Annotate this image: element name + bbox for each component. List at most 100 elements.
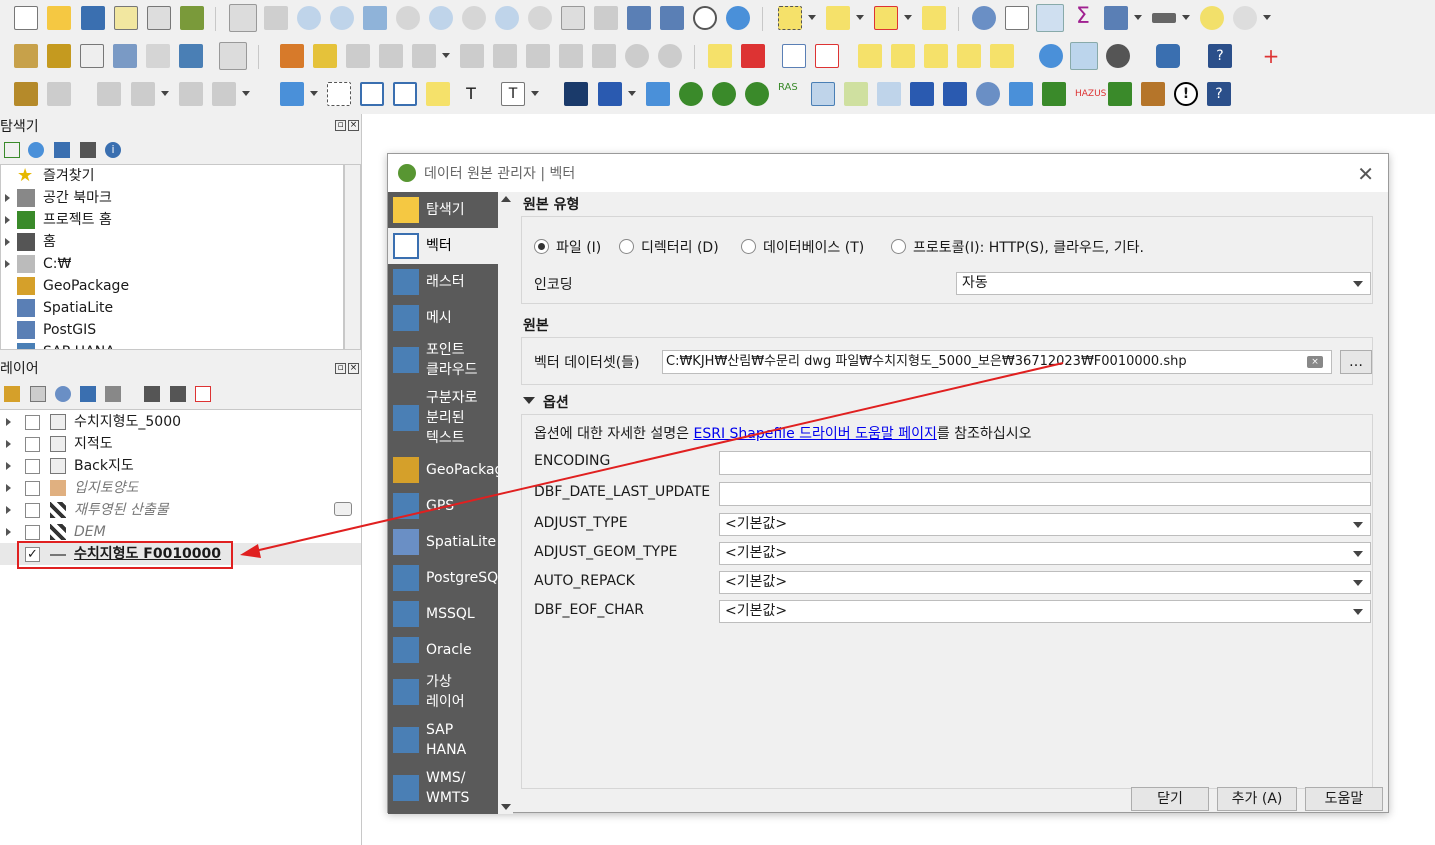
browser-item[interactable]: 홈	[1, 231, 343, 253]
sidebar-item[interactable]: Oracle	[388, 632, 498, 668]
select-annotation-icon[interactable]	[327, 82, 351, 106]
new-bookmark-icon[interactable]	[627, 6, 651, 30]
diagram-icon[interactable]	[741, 44, 765, 68]
help-icon[interactable]: ?	[1208, 44, 1232, 68]
layer-row[interactable]: 지적도	[0, 433, 361, 455]
split-features-icon[interactable]	[179, 82, 203, 106]
web-map-icon[interactable]	[1039, 44, 1063, 68]
highlight-pinned-labels-icon[interactable]	[815, 44, 839, 68]
sidebar-item[interactable]: 메시	[388, 300, 498, 336]
cut-features-icon[interactable]	[526, 44, 550, 68]
remove-layer-icon[interactable]	[195, 386, 211, 402]
modify-attributes-icon[interactable]	[460, 44, 484, 68]
python-console-icon[interactable]	[1156, 44, 1180, 68]
save-edits-icon[interactable]	[346, 44, 370, 68]
layer-visibility-checkbox[interactable]	[25, 525, 40, 540]
pan-map-icon[interactable]	[229, 4, 257, 32]
statistics-summary-icon[interactable]: Σ	[1071, 6, 1095, 30]
filter-legend-icon[interactable]	[80, 386, 96, 402]
text-item-icon[interactable]: T	[459, 82, 483, 106]
processing-toolbox-icon[interactable]	[1036, 4, 1064, 32]
flo2d-icon[interactable]	[564, 82, 588, 106]
grid-table-icon[interactable]	[811, 82, 835, 106]
zoom-native-icon[interactable]	[462, 6, 486, 30]
select-by-value-icon[interactable]	[826, 6, 850, 30]
flo-tool-icon[interactable]	[910, 82, 934, 106]
attribute-table-icon[interactable]	[1005, 6, 1029, 30]
option-select[interactable]: <기본값>	[719, 600, 1371, 623]
snapping-icon[interactable]	[47, 82, 71, 106]
sidebar-item[interactable]: GeoPackage	[388, 452, 498, 488]
sidebar-item[interactable]: 탐색기	[388, 192, 498, 228]
option-text-input[interactable]	[719, 451, 1371, 475]
add-group-icon[interactable]	[30, 386, 46, 402]
gps-info-icon[interactable]	[1233, 6, 1257, 30]
float-panel-icon[interactable]: ▫	[335, 120, 346, 131]
collapse-options-icon[interactable]	[523, 397, 535, 404]
select-features-icon[interactable]	[778, 6, 802, 30]
paste-features-icon[interactable]	[592, 44, 616, 68]
map-tips-icon[interactable]	[1200, 6, 1224, 30]
style-manager-icon[interactable]	[180, 6, 204, 30]
zoom-to-selection-icon[interactable]	[396, 6, 420, 30]
scroll-up-icon[interactable]	[501, 196, 511, 202]
move-label-icon[interactable]	[891, 44, 915, 68]
html-annotation-icon[interactable]: T	[501, 82, 525, 106]
refresh-icon[interactable]	[726, 6, 750, 30]
browser-item[interactable]: 프로젝트 홈	[1, 209, 343, 231]
deselect-all-icon[interactable]	[874, 6, 898, 30]
help-button[interactable]: 도움말	[1305, 787, 1383, 811]
profile-icon[interactable]	[844, 82, 868, 106]
reshape-icon[interactable]	[97, 82, 121, 106]
temporal-controller-icon[interactable]	[693, 6, 717, 30]
add-selected-icon[interactable]	[4, 142, 20, 158]
new-shapefile-layer-icon[interactable]	[80, 44, 104, 68]
zoom-next-icon[interactable]	[528, 6, 552, 30]
grid-tool-icon[interactable]	[646, 82, 670, 106]
layer-visibility-checkbox[interactable]	[25, 415, 40, 430]
label-tool-icon[interactable]	[708, 44, 732, 68]
option-select[interactable]: <기본값>	[719, 542, 1371, 565]
expand-arrow-icon[interactable]	[5, 260, 10, 268]
browser-item[interactable]: C:₩	[1, 253, 343, 275]
data-source-manager-icon[interactable]	[14, 44, 38, 68]
sidebar-item[interactable]: 벡터	[388, 228, 498, 264]
expand-arrow-icon[interactable]	[6, 506, 11, 514]
expand-all-icon[interactable]	[144, 386, 160, 402]
float-layers-panel-icon[interactable]: ▫	[335, 363, 346, 374]
marker-annotation-icon[interactable]	[426, 82, 450, 106]
sidebar-scrollbar[interactable]	[498, 192, 513, 814]
open-field-calculator-icon[interactable]	[1104, 6, 1128, 30]
text-annotation-icon[interactable]	[280, 82, 304, 106]
digitizing-tool-icon[interactable]	[14, 82, 38, 106]
rotate-label-icon[interactable]	[924, 44, 948, 68]
layer-row[interactable]: 재투영된 산출물	[0, 499, 361, 521]
info-icon[interactable]: i	[105, 142, 121, 158]
clear-input-icon[interactable]: ×	[1307, 356, 1323, 368]
open-project-icon[interactable]	[47, 6, 71, 30]
web-globe-icon[interactable]	[1070, 42, 1098, 70]
browser-item[interactable]: PostGIS	[1, 319, 343, 341]
browse-button[interactable]: …	[1340, 350, 1372, 374]
layer-visibility-checkbox[interactable]	[25, 459, 40, 474]
sidebar-item[interactable]: PostgreSQL	[388, 560, 498, 596]
sidebar-item[interactable]: MSSQL	[388, 596, 498, 632]
split-parts-icon[interactable]	[212, 82, 236, 106]
new-project-icon[interactable]	[14, 6, 38, 30]
encoding-select[interactable]: 자동	[956, 272, 1371, 295]
sidebar-item[interactable]: 가상 레이어	[388, 668, 498, 716]
layer-row[interactable]: DEM	[0, 521, 361, 543]
show-hide-labels-icon[interactable]	[858, 44, 882, 68]
pin-labels-icon[interactable]	[782, 44, 806, 68]
identify-features-icon[interactable]	[972, 6, 996, 30]
rain-icon[interactable]	[976, 82, 1000, 106]
collapse-all-layers-icon[interactable]	[170, 386, 186, 402]
new-print-layout-icon[interactable]	[114, 6, 138, 30]
help-book-icon[interactable]: ?	[1207, 82, 1231, 106]
close-button[interactable]: 닫기	[1131, 787, 1209, 811]
close-layers-panel-icon[interactable]: ×	[348, 363, 359, 374]
expand-arrow-icon[interactable]	[6, 440, 11, 448]
layer-row[interactable]: 수치지형도_5000	[0, 411, 361, 433]
current-edits-icon[interactable]	[280, 44, 304, 68]
filter-browser-icon[interactable]	[54, 142, 70, 158]
